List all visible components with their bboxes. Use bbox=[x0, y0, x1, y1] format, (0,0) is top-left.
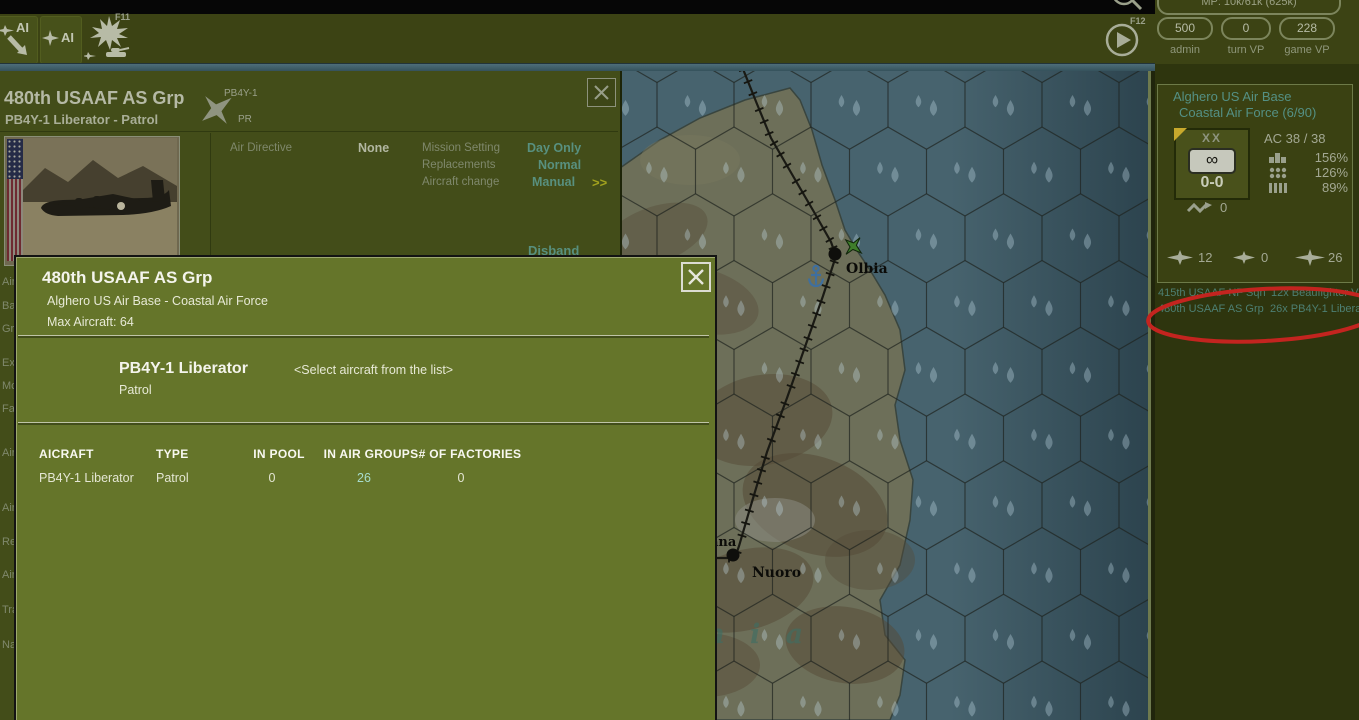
ai-move-button[interactable]: AI bbox=[0, 16, 38, 64]
bg-header-divider bbox=[0, 131, 618, 132]
airbase-name: Alghero US Air Base bbox=[1173, 89, 1292, 104]
bg-dialog-title: 480th USAAF AS Grp bbox=[4, 88, 185, 108]
replacements-label: Replacements bbox=[422, 159, 496, 171]
turn-vp-label: turn VP bbox=[1227, 44, 1265, 56]
airbase-panel[interactable]: Alghero US Air Base Coastal Air Force (6… bbox=[1157, 84, 1353, 283]
aircraft-change-label: Aircraft change bbox=[422, 176, 500, 188]
supply-pct-1: 156% bbox=[1314, 150, 1348, 165]
counter-size-symbol: XX bbox=[1201, 131, 1222, 145]
col-header-factories: # OF FACTORIES bbox=[418, 447, 522, 461]
city-dot-nuoro[interactable] bbox=[726, 548, 740, 562]
end-turn-button[interactable]: F12 bbox=[1100, 16, 1148, 62]
ammo-icon bbox=[1269, 153, 1286, 163]
annotation-ellipse bbox=[1146, 286, 1359, 344]
turn-vp-value: 0 bbox=[1242, 21, 1250, 35]
map-panel-border bbox=[1148, 70, 1155, 720]
bg-dialog-subtitle: PB4Y-1 Liberator - Patrol bbox=[5, 112, 159, 127]
patrol-plane-icon bbox=[1295, 249, 1325, 266]
select-hint: <Select aircraft from the list> bbox=[294, 363, 454, 377]
aircraft-count: AC 38 / 38 bbox=[1264, 131, 1326, 146]
aircraft-icon-label: PB4Y-1 bbox=[224, 88, 258, 99]
col-header-aircraft: AICRAFT bbox=[39, 447, 94, 461]
dialog-max-aircraft: Max Aircraft: 64 bbox=[47, 315, 134, 329]
city-dot-olbia[interactable] bbox=[828, 247, 842, 261]
supply-pct-3: 89% bbox=[1321, 180, 1348, 195]
section-divider bbox=[18, 422, 709, 425]
bomber-photo-art bbox=[23, 138, 177, 263]
admin-value: 500 bbox=[1174, 21, 1196, 35]
ai-air-button[interactable]: AI bbox=[40, 16, 82, 64]
right-sidebar: Alghero US Air Base Coastal Air Force (6… bbox=[1155, 64, 1359, 720]
ai-air-label: AI bbox=[61, 30, 74, 45]
city-label-olbia: Olbia bbox=[846, 261, 888, 277]
f12-label: F12 bbox=[1130, 16, 1146, 26]
close-icon bbox=[688, 269, 704, 285]
dialog-subtitle: Alghero US Air Base - Coastal Air Force bbox=[47, 294, 268, 308]
chevron-right-icon[interactable]: >> bbox=[592, 175, 607, 190]
battle-report-button[interactable]: F11 bbox=[82, 12, 134, 62]
selected-aircraft-type: Patrol bbox=[119, 383, 152, 397]
mission-setting-label: Mission Setting bbox=[422, 142, 500, 154]
cell-factories: 0 bbox=[457, 471, 465, 485]
fighter-plane-icon bbox=[1167, 250, 1193, 265]
air-unit-symbol: ∞ bbox=[1188, 148, 1236, 174]
game-vp-pill: 228 bbox=[1279, 17, 1335, 40]
divider-strip bbox=[0, 63, 1155, 71]
counter-strength: 0-0 bbox=[1200, 174, 1224, 191]
top-black-strip bbox=[0, 0, 1155, 14]
mission-setting-value[interactable]: Day Only bbox=[527, 141, 581, 155]
cut-label-3: Ex bbox=[2, 357, 15, 369]
turn-vp-pill: 0 bbox=[1221, 17, 1271, 40]
mp-value: MP: 10k/61k (625k) bbox=[1201, 0, 1297, 8]
sea-deep-band bbox=[950, 70, 1155, 720]
section-divider bbox=[18, 335, 709, 338]
bg-dialog-close-button[interactable] bbox=[587, 78, 616, 107]
sorties-value: 0 bbox=[1220, 200, 1228, 215]
air-directive-value[interactable]: None bbox=[358, 141, 389, 155]
admin-label: admin bbox=[1170, 44, 1200, 56]
aircraft-change-dialog: 480th USAAF AS Grp Alghero US Air Base -… bbox=[14, 255, 717, 720]
plane-count-3: 26 bbox=[1328, 250, 1343, 265]
close-icon bbox=[594, 85, 609, 100]
sorties-icon bbox=[1186, 202, 1212, 214]
admin-pill: 500 bbox=[1157, 17, 1213, 40]
plane-count-2: 0 bbox=[1261, 250, 1269, 265]
region-label: n i a bbox=[705, 619, 811, 650]
cell-type: Patrol bbox=[156, 471, 189, 485]
game-vp-value: 228 bbox=[1296, 21, 1318, 35]
bomber-plane-icon bbox=[1233, 251, 1255, 264]
aircraft-icon-sublabel: PR bbox=[238, 114, 252, 125]
city-label-nuoro: Nuoro bbox=[752, 565, 801, 581]
replacements-value[interactable]: Normal bbox=[538, 158, 581, 172]
search-icon[interactable] bbox=[1106, 0, 1150, 16]
game-vp-label: game VP bbox=[1284, 44, 1330, 56]
us-flag bbox=[7, 139, 23, 261]
col-header-type: TYPE bbox=[156, 447, 189, 461]
table-row[interactable]: PB4Y-1 Liberator Patrol 0 26 0 bbox=[16, 471, 711, 493]
top-toolbar: AI AI F11 F12 MP: 10k/61k (625k) 500 0 2… bbox=[0, 0, 1359, 64]
selected-aircraft-name: PB4Y-1 Liberator bbox=[119, 360, 248, 377]
cell-aircraft: PB4Y-1 Liberator bbox=[39, 471, 134, 485]
dialog-title: 480th USAAF AS Grp bbox=[42, 268, 213, 287]
aircraft-change-value[interactable]: Manual bbox=[532, 175, 575, 189]
cut-label-5: Fa bbox=[2, 403, 15, 415]
supply-pct-2: 126% bbox=[1314, 165, 1348, 180]
mp-pill: MP: 10k/61k (625k) bbox=[1157, 0, 1341, 15]
unit-counter[interactable]: XX ∞ 0-0 bbox=[1174, 128, 1250, 200]
aircraft-photo bbox=[4, 136, 180, 266]
ai-move-label: AI bbox=[16, 20, 29, 35]
vehicles-icon bbox=[1269, 167, 1287, 179]
dialog-close-button[interactable] bbox=[681, 262, 711, 292]
plane-count-1: 12 bbox=[1198, 250, 1213, 265]
f11-label: F11 bbox=[115, 12, 131, 22]
settings-divider bbox=[210, 133, 211, 264]
air-directive-label: Air Directive bbox=[230, 142, 292, 154]
game-screen: Olbia Nuoro ana n i a AI AI F11 F12 MP: … bbox=[0, 0, 1359, 720]
fuel-icon bbox=[1269, 183, 1287, 193]
airforce-name: Coastal Air Force (6/90) bbox=[1179, 105, 1317, 120]
